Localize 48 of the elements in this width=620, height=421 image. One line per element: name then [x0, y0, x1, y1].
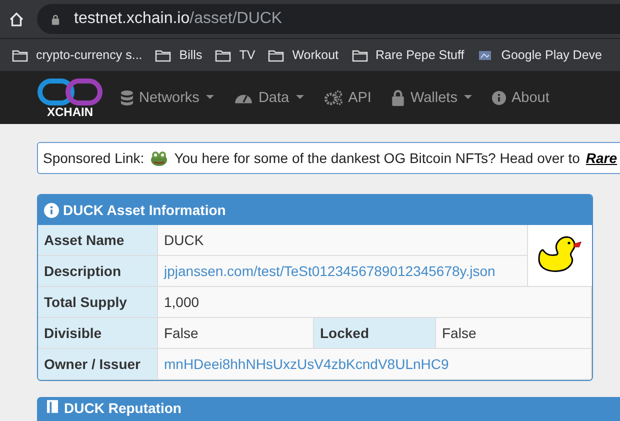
nav-menu-item[interactable]: Data [234, 90, 304, 106]
url-host: testnet.xchain.io [74, 10, 190, 28]
sponsored-label: Sponsored Link: [43, 150, 144, 166]
sponsored-link[interactable]: Rare [586, 150, 618, 166]
row-label: Owner / Issuer [38, 348, 158, 380]
row-value: False [158, 318, 314, 348]
caret-icon [296, 95, 304, 100]
nav-menu-item[interactable]: API [324, 90, 372, 106]
bookmark[interactable]: Google Play Deve [477, 48, 602, 62]
caret-icon [464, 95, 472, 100]
database-icon [120, 90, 134, 106]
panel-title: DUCK Reputation [64, 400, 182, 416]
gears-icon [324, 90, 344, 106]
folder-icon [352, 48, 368, 62]
sponsored-text: You here for some of the dankest OG Bitcoin NFTs? Head over to [174, 150, 580, 166]
panel-title: DUCK Asset Information [63, 202, 226, 218]
page-icon [477, 48, 494, 62]
bookmark[interactable]: Rare Pepe Stuff [352, 48, 464, 62]
row-label: Locked [314, 318, 436, 348]
info-icon [44, 202, 59, 218]
row-label: Asset Name [38, 225, 158, 256]
row-value: DUCK [158, 225, 527, 256]
bookmark[interactable]: TV [215, 48, 256, 62]
url-path: /asset/DUCK [190, 10, 282, 28]
folder-icon [12, 48, 28, 62]
caret-icon [206, 95, 214, 100]
folder-icon [215, 48, 232, 62]
nav-menu-item[interactable]: Wallets [391, 90, 472, 106]
bookmark[interactable]: Workout [268, 48, 339, 62]
book-icon [47, 400, 58, 413]
nav-menu-item[interactable]: Networks [120, 90, 214, 106]
row-label: Description [38, 256, 158, 286]
address-bar[interactable]: testnet.xchain.io/asset/DUCK [37, 4, 620, 34]
bookmark[interactable]: Bills [155, 48, 202, 62]
bookmark[interactable]: crypto-currency s... [12, 48, 142, 62]
home-icon[interactable] [8, 10, 25, 28]
row-label: Divisible [38, 318, 158, 348]
nav-menu-item[interactable]: About [492, 90, 550, 106]
frog-icon [150, 150, 168, 166]
row-label: Total Supply [38, 286, 158, 318]
info-icon [492, 90, 506, 106]
row-value: False [436, 318, 592, 348]
folder-icon [268, 48, 284, 62]
xchain-logo[interactable]: XCHAIN [36, 78, 104, 118]
folder-icon [155, 48, 172, 62]
lock-icon [391, 90, 406, 106]
lock-icon [51, 14, 60, 24]
duck-icon [536, 235, 582, 273]
